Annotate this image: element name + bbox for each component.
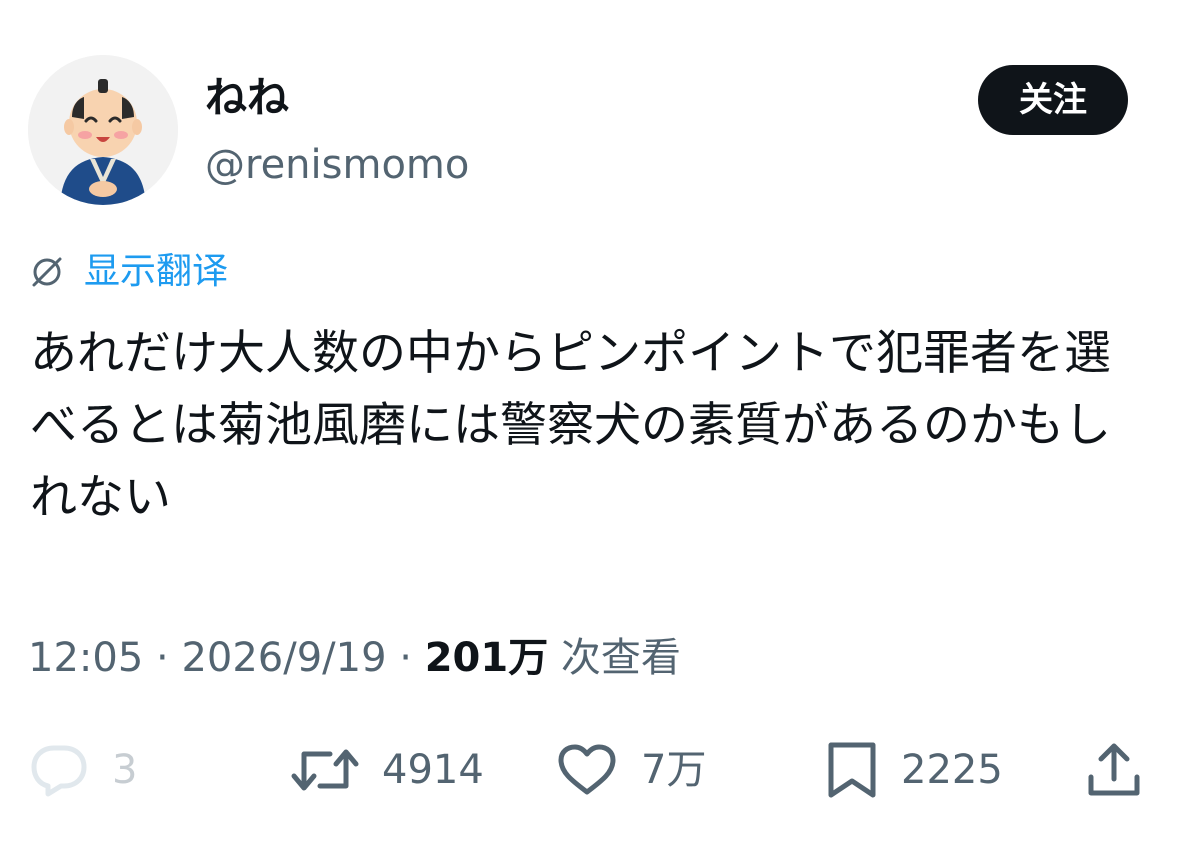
like-count: 7万 (641, 747, 707, 793)
share-upload-icon (1085, 739, 1143, 801)
tweet-card: ねね @renismomo 关注 显示翻译 あれだけ大人数の中からピンポイントで… (0, 0, 1179, 860)
views-label: 次查看 (548, 635, 681, 681)
tweet-time[interactable]: 12:05 (28, 635, 143, 681)
meta-separator: · (143, 635, 182, 681)
meta-separator-2: · (386, 635, 425, 681)
follow-button[interactable]: 关注 (978, 65, 1128, 135)
tweet-meta: 12:05 · 2026/9/19 · 201万 次查看 (28, 628, 681, 688)
like-button[interactable]: 7万 (555, 735, 706, 805)
display-name[interactable]: ねね (205, 70, 289, 126)
tweet-text: あれだけ大人数の中からピンポイントで犯罪者を選べるとは菊池風磨には警察犬の素質が… (30, 326, 1111, 525)
user-handle[interactable]: @renismomo (205, 138, 469, 192)
heart-icon (555, 742, 619, 798)
share-button[interactable] (1085, 735, 1143, 805)
globe-translate-icon (28, 253, 66, 291)
samurai-avatar-illustration (28, 55, 178, 205)
views-count: 201万 (424, 635, 549, 681)
retweet-button[interactable]: 4914 (290, 735, 484, 805)
bookmark-icon (825, 739, 879, 801)
reply-count: 3 (112, 747, 138, 793)
show-translation-link[interactable]: 显示翻译 (28, 245, 228, 299)
retweet-count: 4914 (382, 747, 484, 793)
bookmark-button[interactable]: 2225 (825, 735, 1003, 805)
tweet-date[interactable]: 2026/9/19 (181, 635, 386, 681)
show-translation-label: 显示翻译 (84, 251, 229, 292)
reply-bubble-icon (28, 742, 90, 798)
retweet-icon (290, 742, 360, 798)
bookmark-count: 2225 (901, 747, 1003, 793)
action-bar: 3 4914 7万 2225 (0, 735, 1179, 805)
avatar[interactable] (28, 55, 178, 205)
reply-button[interactable]: 3 (28, 735, 137, 805)
